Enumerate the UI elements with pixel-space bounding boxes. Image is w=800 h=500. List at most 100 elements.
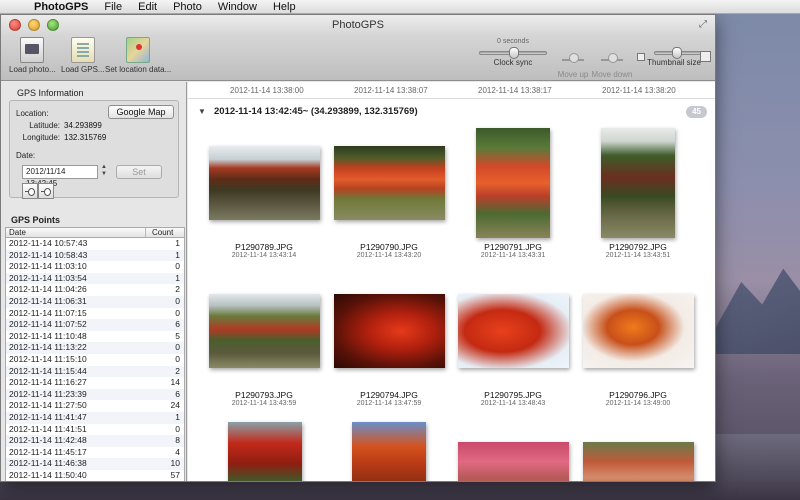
date-label: Date: bbox=[16, 151, 36, 160]
table-row[interactable]: 2012-11-14 11:04:26 2 bbox=[6, 284, 184, 296]
move-segment-control bbox=[22, 183, 54, 199]
title-bar[interactable]: PhotoGPS ⤢ bbox=[1, 15, 715, 35]
table-row[interactable]: 2012-11-14 11:50:40 57 bbox=[6, 470, 184, 481]
move-down-button[interactable]: Move down bbox=[591, 38, 633, 79]
set-location-label: Set location data... bbox=[105, 65, 172, 74]
move-down-icon bbox=[601, 53, 623, 67]
load-photo-button[interactable]: Load photo... bbox=[9, 37, 56, 74]
gps-point-count: 6 bbox=[175, 388, 180, 399]
table-row[interactable]: 2012-11-14 10:58:43 1 bbox=[6, 249, 184, 262]
table-row[interactable]: 2012-11-14 11:07:52 6 bbox=[6, 319, 184, 331]
set-button[interactable]: Set bbox=[116, 165, 162, 179]
table-row[interactable]: 2012-11-14 11:10:48 5 bbox=[6, 331, 184, 343]
photo-thumbnail[interactable] bbox=[209, 146, 320, 220]
minimize-button[interactable] bbox=[28, 19, 40, 31]
table-row[interactable]: 2012-11-14 11:42:48 8 bbox=[6, 435, 184, 447]
gps-point-date: 2012-11-14 11:16:27 bbox=[9, 377, 87, 388]
photo-thumbnail[interactable] bbox=[476, 128, 550, 238]
photo-timestamp: 2012-11-14 13:43:14 bbox=[231, 252, 297, 259]
thumbnail-size-knob[interactable] bbox=[672, 47, 682, 59]
photo-thumbnail[interactable] bbox=[352, 422, 426, 481]
photo-thumbnail[interactable] bbox=[458, 442, 569, 481]
table-row[interactable]: 2012-11-14 11:06:31 0 bbox=[6, 295, 184, 308]
table-row[interactable]: 2012-11-14 11:45:17 4 bbox=[6, 447, 184, 459]
photo-icon bbox=[20, 37, 45, 63]
desktop-lake bbox=[0, 482, 800, 500]
fullscreen-icon[interactable]: ⤢ bbox=[697, 19, 709, 31]
table-row[interactable]: 2012-11-14 11:07:15 0 bbox=[6, 308, 184, 320]
photo-browser[interactable]: 2012-11-14 13:38:00 2012-11-14 13:38:07 … bbox=[188, 82, 715, 481]
clock-sync-knob[interactable] bbox=[509, 47, 519, 59]
close-button[interactable] bbox=[9, 19, 21, 31]
gps-point-date: 2012-11-14 11:04:26 bbox=[9, 284, 87, 295]
move-up-icon bbox=[562, 53, 584, 67]
photo-thumbnail[interactable] bbox=[228, 422, 302, 481]
photo-filename: P1290791.JPG bbox=[484, 242, 542, 252]
table-row[interactable]: 2012-11-14 11:15:10 0 bbox=[6, 354, 184, 366]
move-right-segment[interactable] bbox=[38, 183, 54, 199]
gps-points-table[interactable]: Date Count 2012-11-14 10:57:43 1 2012-11-1… bbox=[5, 227, 185, 482]
photo-thumbnail[interactable] bbox=[583, 442, 694, 481]
photo-thumbnail[interactable] bbox=[209, 294, 320, 368]
clock-sync-slider[interactable] bbox=[479, 47, 547, 59]
gps-point-count: 24 bbox=[170, 400, 180, 411]
menu-photo[interactable]: Photo bbox=[165, 0, 210, 14]
column-header-date[interactable]: Date bbox=[6, 228, 146, 237]
table-row[interactable]: 2012-11-14 11:13:22 0 bbox=[6, 342, 184, 354]
table-row[interactable]: 2012-11-14 11:03:54 1 bbox=[6, 272, 184, 285]
move-up-button[interactable]: Move up bbox=[555, 38, 591, 79]
table-row[interactable]: 2012-11-14 12:06:41184 bbox=[6, 481, 184, 482]
photo-thumbnail[interactable] bbox=[334, 294, 445, 368]
longitude-value: 132.315769 bbox=[64, 133, 107, 142]
app-window: PhotoGPS ⤢ Load photo... Load GPS... Set… bbox=[0, 14, 716, 482]
table-row[interactable]: 2012-11-14 11:27:50 24 bbox=[6, 400, 184, 412]
gps-point-date: 2012-11-14 11:15:10 bbox=[9, 353, 87, 364]
table-row[interactable]: 2012-11-14 11:41:51 0 bbox=[6, 424, 184, 436]
set-location-button[interactable]: Set location data... bbox=[105, 37, 171, 74]
menu-app[interactable]: PhotoGPS bbox=[26, 0, 96, 14]
desktop-background bbox=[716, 14, 800, 500]
photo-thumbnail[interactable] bbox=[334, 146, 445, 220]
gps-point-count: 1 bbox=[175, 411, 180, 422]
move-left-segment[interactable] bbox=[22, 183, 38, 199]
large-thumbnail-icon bbox=[700, 51, 711, 62]
disclosure-triangle-icon[interactable]: ▼ bbox=[198, 107, 206, 116]
menu-window[interactable]: Window bbox=[210, 0, 265, 14]
menu-file[interactable]: File bbox=[96, 0, 130, 14]
date-stepper[interactable]: ▲ ▼ bbox=[100, 164, 108, 180]
zoom-button[interactable] bbox=[47, 19, 59, 31]
photo-group-header[interactable]: ▼ 2012-11-14 13:42:45~ (34.293899, 132.3… bbox=[188, 104, 715, 120]
table-row[interactable]: 2012-11-14 11:23:39 6 bbox=[6, 388, 184, 401]
move-down-label: Move down bbox=[591, 70, 633, 79]
table-row[interactable]: 2012-11-14 11:16:27 14 bbox=[6, 377, 184, 389]
menu-edit[interactable]: Edit bbox=[130, 0, 165, 14]
column-header-count[interactable]: Count bbox=[146, 228, 184, 237]
google-map-button[interactable]: Google Map bbox=[108, 105, 174, 119]
menu-help[interactable]: Help bbox=[265, 0, 304, 14]
latitude-value: 34.293899 bbox=[64, 121, 102, 130]
gps-point-date: 2012-11-14 11:06:31 bbox=[9, 295, 87, 306]
photo-thumbnail[interactable] bbox=[583, 294, 694, 368]
thumbnail-size-label: Thumbnail size bbox=[647, 58, 701, 67]
menu-bar: PhotoGPS File Edit Photo Window Help bbox=[0, 0, 800, 14]
date-field[interactable]: 2012/11/14 13:42:45 bbox=[22, 165, 98, 188]
gps-point-date: 2012-11-14 11:45:17 bbox=[9, 446, 87, 457]
previous-group-row: 2012-11-14 13:38:00 2012-11-14 13:38:07 … bbox=[188, 82, 715, 98]
load-gps-button[interactable]: Load GPS... bbox=[61, 37, 105, 74]
gps-point-count: 2 bbox=[175, 284, 180, 295]
table-row[interactable]: 2012-11-14 10:57:43 1 bbox=[6, 238, 184, 250]
move-up-label: Move up bbox=[557, 70, 589, 79]
photo-timestamp: 2012-11-14 13:43:31 bbox=[480, 252, 546, 259]
table-row[interactable]: 2012-11-14 11:15:44 2 bbox=[6, 365, 184, 378]
table-row[interactable]: 2012-11-14 11:46:38 10 bbox=[6, 458, 184, 470]
table-row[interactable]: 2012-11-14 11:41:47 1 bbox=[6, 411, 184, 424]
gps-point-count: 10 bbox=[170, 458, 180, 469]
gps-point-count: 0 bbox=[175, 423, 180, 434]
gps-point-date: 2012-11-14 11:15:44 bbox=[9, 365, 87, 376]
photo-thumbnail[interactable] bbox=[601, 128, 675, 238]
gps-point-count: 0 bbox=[175, 307, 180, 318]
table-row[interactable]: 2012-11-14 11:03:10 0 bbox=[6, 261, 184, 273]
photo-thumbnail[interactable] bbox=[458, 294, 569, 368]
thumbnail-size-slider[interactable] bbox=[654, 47, 704, 59]
gps-point-date: 2012-11-14 11:27:50 bbox=[9, 400, 87, 411]
